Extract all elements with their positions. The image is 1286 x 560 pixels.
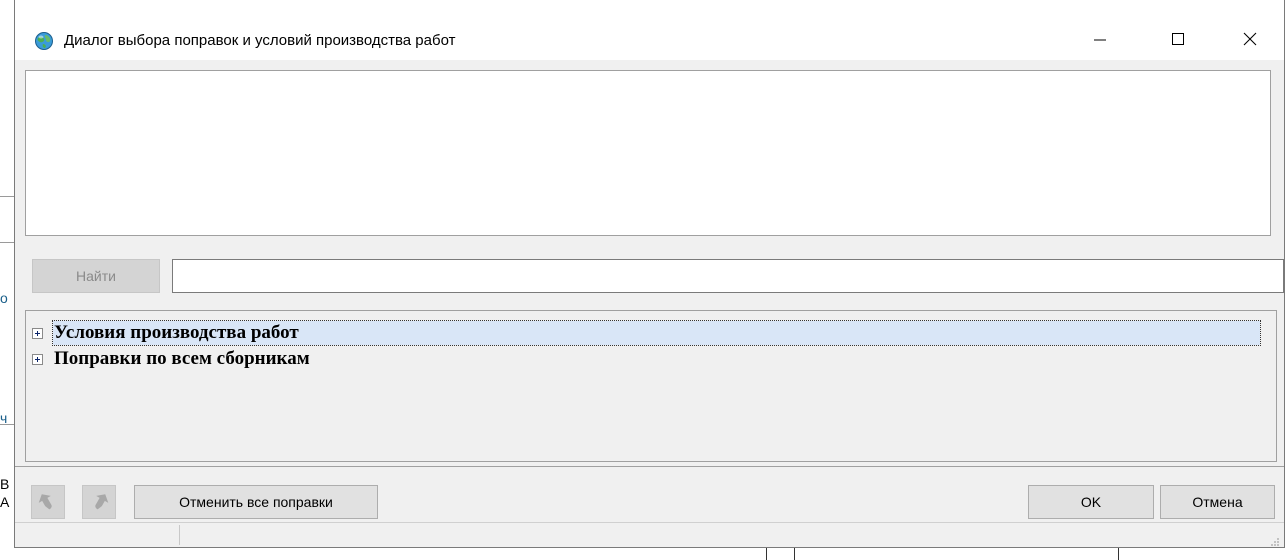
globe-app-icon (34, 31, 54, 51)
footer-divider (15, 466, 1284, 467)
tree-item-label: Поправки по всем сборникам (54, 348, 310, 369)
background-text-fragment: А (0, 494, 10, 510)
close-button[interactable] (1227, 22, 1273, 58)
resize-grip-icon[interactable] (1270, 534, 1280, 546)
background-divider (794, 548, 795, 560)
expand-plus-icon[interactable] (32, 327, 43, 339)
background-text-fragment: о (0, 290, 8, 306)
background-divider (766, 548, 767, 560)
tree-item-label-wrap: Условия производства работ (52, 320, 1261, 346)
dialog-footer: Отменить все поправки OK Отмена (15, 466, 1284, 522)
close-icon (1243, 32, 1257, 49)
dialog-title: Диалог выбора поправок и условий произво… (64, 32, 456, 49)
expand-plus-icon[interactable] (32, 353, 43, 365)
search-input[interactable] (172, 259, 1284, 293)
cancel-button[interactable]: Отмена (1160, 485, 1275, 519)
minimize-button[interactable] (1077, 22, 1123, 58)
background-text-fragment: В (0, 476, 10, 492)
background-app-edge: о ч В А (0, 0, 15, 560)
background-divider (1118, 548, 1119, 560)
title-bar[interactable]: Диалог выбора поправок и условий произво… (15, 0, 1284, 60)
tree-item-label: Условия производства работ (54, 322, 299, 343)
redo-button[interactable] (82, 485, 116, 519)
tree-item-all-collections[interactable]: Поправки по всем сборникам (32, 347, 310, 371)
background-divider (0, 242, 14, 243)
status-bar (15, 522, 1284, 548)
ok-button[interactable]: OK (1028, 485, 1154, 519)
corrections-tree[interactable]: Условия производства работ Поправки по в… (25, 310, 1277, 462)
tree-item-label-wrap: Поправки по всем сборникам (53, 347, 310, 371)
background-text-fragment: ч (0, 410, 8, 426)
arrow-redo-icon (88, 490, 110, 515)
corrections-dialog: Диалог выбора поправок и условий произво… (14, 0, 1285, 548)
reset-all-corrections-button[interactable]: Отменить все поправки (134, 485, 378, 519)
arrow-undo-icon (37, 490, 59, 515)
maximize-button[interactable] (1155, 22, 1201, 58)
undo-button[interactable] (31, 485, 65, 519)
find-button[interactable]: Найти (32, 259, 160, 293)
background-divider (0, 196, 14, 197)
background-app-bottom (14, 548, 1286, 560)
minimize-icon (1093, 32, 1107, 49)
status-panel-divider (179, 525, 180, 545)
description-memo[interactable] (25, 70, 1271, 236)
tree-item-work-conditions[interactable]: Условия производства работ (32, 320, 1261, 346)
maximize-icon (1171, 32, 1185, 49)
